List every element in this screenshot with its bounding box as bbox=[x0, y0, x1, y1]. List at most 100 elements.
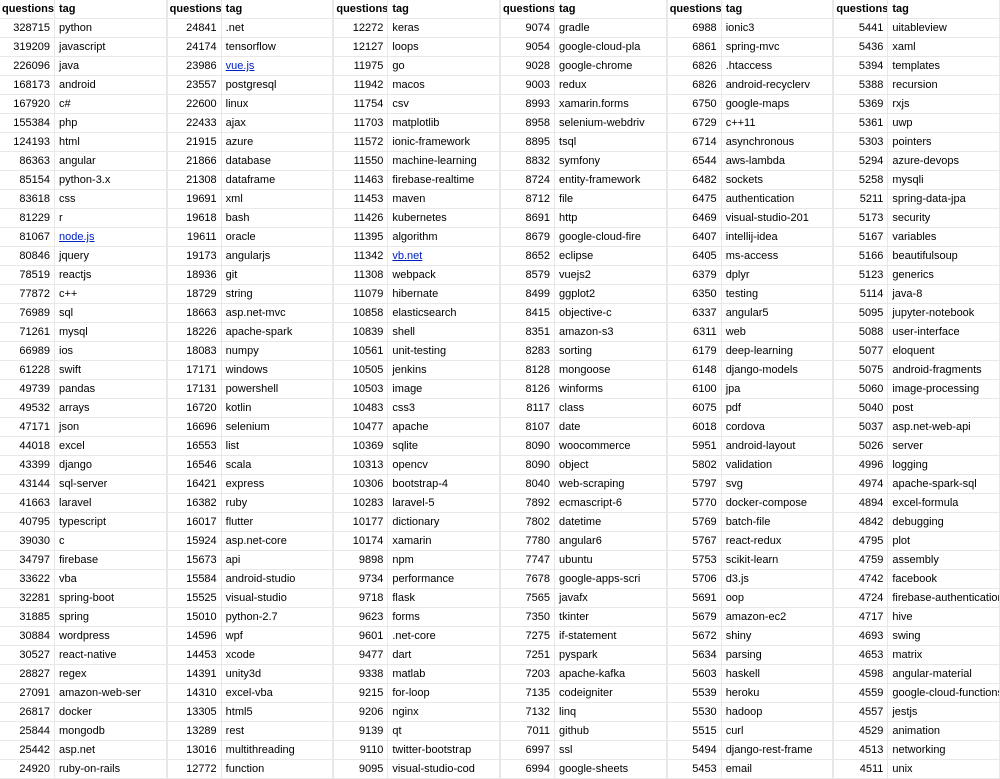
tag-cell: jpa bbox=[722, 380, 834, 398]
questions-cell: 14453 bbox=[167, 646, 222, 664]
table-row: 10505jenkins bbox=[333, 361, 500, 380]
questions-cell: 11426 bbox=[333, 209, 388, 227]
table-row: 11308webpack bbox=[333, 266, 500, 285]
tag-cell: oracle bbox=[222, 228, 334, 246]
questions-cell: 18936 bbox=[167, 266, 222, 284]
table-row: 9477dart bbox=[333, 646, 500, 665]
table-row: 4557jestjs bbox=[833, 703, 1000, 722]
questions-cell: 49532 bbox=[0, 399, 55, 417]
table-row: 49532arrays bbox=[0, 399, 167, 418]
questions-cell: 4996 bbox=[833, 456, 888, 474]
header-row: questionstag bbox=[500, 0, 667, 19]
questions-cell: 21915 bbox=[167, 133, 222, 151]
questions-cell: 8117 bbox=[500, 399, 555, 417]
questions-cell: 5361 bbox=[833, 114, 888, 132]
questions-cell: 5767 bbox=[667, 532, 722, 550]
table-row: 24920ruby-on-rails bbox=[0, 760, 167, 779]
tag-cell: google-sheets bbox=[555, 760, 667, 778]
tag-cell: pointers bbox=[888, 133, 1000, 151]
table-row: 5453email bbox=[667, 760, 834, 779]
tag-cell: hive bbox=[888, 608, 1000, 626]
table-row: 8724entity-framework bbox=[500, 171, 667, 190]
questions-cell: 5173 bbox=[833, 209, 888, 227]
table-row: 4653matrix bbox=[833, 646, 1000, 665]
tag-cell: xcode bbox=[222, 646, 334, 664]
tag-cell: facebook bbox=[888, 570, 1000, 588]
tag-cell: ios bbox=[55, 342, 167, 360]
table-row: 7802datetime bbox=[500, 513, 667, 532]
table-row: 39030c bbox=[0, 532, 167, 551]
questions-cell: 30527 bbox=[0, 646, 55, 664]
tag-link[interactable]: node.js bbox=[59, 231, 94, 243]
tag-cell: apache-spark bbox=[222, 323, 334, 341]
table-row: 5060image-processing bbox=[833, 380, 1000, 399]
header-questions: questions bbox=[167, 0, 222, 18]
tag-cell: excel-vba bbox=[222, 684, 334, 702]
table-row: 7251pyspark bbox=[500, 646, 667, 665]
table-row: 5037asp.net-web-api bbox=[833, 418, 1000, 437]
table-row: 31885spring bbox=[0, 608, 167, 627]
questions-cell: 5634 bbox=[667, 646, 722, 664]
questions-cell: 5294 bbox=[833, 152, 888, 170]
tag-cell: asynchronous bbox=[722, 133, 834, 151]
tag-cell: spring-data-jpa bbox=[888, 190, 1000, 208]
tag-cell: reactjs bbox=[55, 266, 167, 284]
table-row: 7892ecmascript-6 bbox=[500, 494, 667, 513]
questions-cell: 31885 bbox=[0, 608, 55, 626]
questions-cell: 10313 bbox=[333, 456, 388, 474]
table-row: 8040web-scraping bbox=[500, 475, 667, 494]
tag-cell: google-maps bbox=[722, 95, 834, 113]
table-row: 9028google-chrome bbox=[500, 57, 667, 76]
tag-cell: react-redux bbox=[722, 532, 834, 550]
tag-cell: logging bbox=[888, 456, 1000, 474]
table-row: 5770docker-compose bbox=[667, 494, 834, 513]
questions-cell: 8128 bbox=[500, 361, 555, 379]
table-row: 14391unity3d bbox=[167, 665, 334, 684]
table-row: 83618css bbox=[0, 190, 167, 209]
questions-cell: 4653 bbox=[833, 646, 888, 664]
tag-cell: mysqli bbox=[888, 171, 1000, 189]
questions-cell: 5166 bbox=[833, 247, 888, 265]
tag-link[interactable]: vue.js bbox=[226, 60, 255, 72]
questions-cell: 10483 bbox=[333, 399, 388, 417]
questions-cell: 66989 bbox=[0, 342, 55, 360]
tag-cell: sql-server bbox=[55, 475, 167, 493]
tag-cell: generics bbox=[888, 266, 1000, 284]
table-row: 11342vb.net bbox=[333, 247, 500, 266]
column-group: questionstag328715python319209javascript… bbox=[0, 0, 167, 779]
table-row: 5167variables bbox=[833, 228, 1000, 247]
tag-cell: woocommerce bbox=[555, 437, 667, 455]
tag-cell: json bbox=[55, 418, 167, 436]
tag-cell: testing bbox=[722, 285, 834, 303]
questions-cell: 43399 bbox=[0, 456, 55, 474]
tag-link[interactable]: vb.net bbox=[392, 250, 422, 262]
tag-cell: wordpress bbox=[55, 627, 167, 645]
table-row: 16017flutter bbox=[167, 513, 334, 532]
tag-cell: selenium-webdriv bbox=[555, 114, 667, 132]
tag-cell: visual-studio-201 bbox=[722, 209, 834, 227]
tag-cell: vue.js bbox=[222, 57, 334, 75]
table-row: 12127loops bbox=[333, 38, 500, 57]
tag-cell: pandas bbox=[55, 380, 167, 398]
questions-cell: 7275 bbox=[500, 627, 555, 645]
tag-cell: eloquent bbox=[888, 342, 1000, 360]
table-row: 8499ggplot2 bbox=[500, 285, 667, 304]
questions-cell: 5769 bbox=[667, 513, 722, 531]
questions-cell: 7135 bbox=[500, 684, 555, 702]
questions-cell: 10283 bbox=[333, 494, 388, 512]
questions-cell: 71261 bbox=[0, 323, 55, 341]
table-row: 6714asynchronous bbox=[667, 133, 834, 152]
questions-cell: 4717 bbox=[833, 608, 888, 626]
table-row: 5173security bbox=[833, 209, 1000, 228]
questions-cell: 10177 bbox=[333, 513, 388, 531]
questions-cell: 27091 bbox=[0, 684, 55, 702]
questions-cell: 8691 bbox=[500, 209, 555, 227]
column-group: questionstag9074gradle9054google-cloud-p… bbox=[500, 0, 667, 779]
questions-cell: 4557 bbox=[833, 703, 888, 721]
table-row: 5026server bbox=[833, 437, 1000, 456]
column-group: questionstag24841.net24174tensorflow2398… bbox=[167, 0, 334, 779]
table-row: 5494django-rest-frame bbox=[667, 741, 834, 760]
tag-cell: google-apps-scri bbox=[555, 570, 667, 588]
table-row: 319209javascript bbox=[0, 38, 167, 57]
tag-cell: java-8 bbox=[888, 285, 1000, 303]
